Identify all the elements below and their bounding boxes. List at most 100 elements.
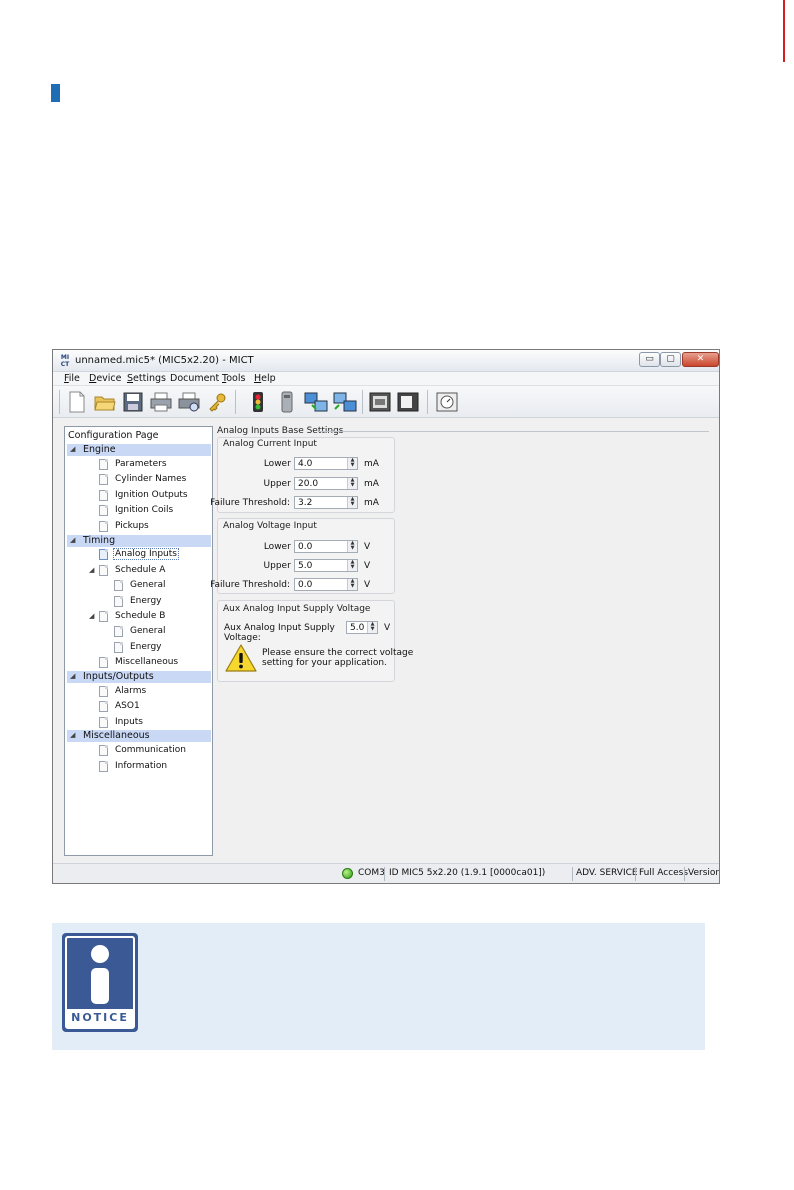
close-button[interactable]: ✕	[682, 352, 719, 367]
page-edge-line	[783, 0, 785, 62]
gauge-icon[interactable]	[435, 390, 459, 414]
voltage-fail-label: Failure Threshold:	[210, 580, 290, 590]
status-separator	[572, 867, 573, 881]
collapse-triangle-icon[interactable]: ◢	[70, 536, 75, 544]
voltage-lower-unit: V	[364, 542, 371, 552]
menu-settings[interactable]: Settings	[127, 373, 166, 384]
status-version: Version: 2.7.00000	[688, 868, 719, 878]
spinner-arrows-icon[interactable]: ▲ ▼	[347, 458, 357, 469]
page-icon	[99, 505, 108, 516]
status-access: Full Access	[639, 868, 689, 878]
spinner-arrows-icon[interactable]: ▲ ▼	[347, 478, 357, 489]
traffic-light-icon[interactable]	[246, 390, 270, 414]
aux-supply-label: Aux Analog Input Supply Voltage:	[224, 623, 335, 643]
connection-status-led-icon	[342, 868, 353, 879]
analog-current-title: Analog Current Input	[223, 439, 317, 449]
window-title: unnamed.mic5* (MIC5x2.20) - MICT	[75, 355, 254, 366]
notice-box: NOTICE	[52, 923, 705, 1050]
page-icon	[114, 642, 123, 653]
spinner-arrows-icon[interactable]: ▲ ▼	[347, 579, 357, 590]
monitor-icon[interactable]	[368, 390, 392, 414]
menu-bar: File Device Settings Document Tools Help	[53, 372, 719, 386]
toolbar-separator	[235, 390, 236, 414]
section-marker	[51, 84, 60, 102]
collapse-triangle-icon[interactable]: ◢	[89, 566, 94, 574]
current-lower-input[interactable]: 4.0 ▲ ▼	[294, 457, 358, 470]
tree-group-engine[interactable]: ◢ Engine	[67, 444, 211, 456]
current-fail-input[interactable]: 3.2 ▲ ▼	[294, 496, 358, 509]
notice-label: NOTICE	[65, 1009, 135, 1027]
status-separator	[635, 867, 636, 881]
collapse-triangle-icon[interactable]: ◢	[70, 445, 75, 453]
current-fail-unit: mA	[364, 498, 379, 508]
voltage-upper-input[interactable]: 5.0 ▲ ▼	[294, 559, 358, 572]
voltage-fail-input[interactable]: 0.0 ▲ ▼	[294, 578, 358, 591]
page-icon	[99, 657, 108, 668]
aux-supply-unit: V	[384, 623, 391, 633]
menu-document[interactable]: Document	[170, 373, 219, 384]
voltage-upper-unit: V	[364, 561, 371, 571]
save-icon[interactable]	[121, 390, 145, 414]
page-icon	[99, 521, 108, 532]
tree-group-miscellaneous[interactable]: ◢ Miscellaneous	[67, 730, 211, 742]
print-icon[interactable]	[149, 390, 173, 414]
tree-group-inputs-outputs[interactable]: ◢ Inputs/Outputs	[67, 671, 211, 683]
spinner-arrows-icon[interactable]: ▲ ▼	[367, 622, 377, 633]
aux-supply-input[interactable]: 5.0 ▲ ▼	[346, 621, 378, 634]
menu-device[interactable]: Device	[89, 373, 122, 384]
page-icon	[114, 580, 123, 591]
warning-text-line2: setting for your application.	[262, 658, 387, 668]
status-separator	[384, 867, 385, 881]
new-document-icon[interactable]	[65, 390, 89, 414]
current-upper-unit: mA	[364, 479, 379, 489]
voltage-lower-input[interactable]: 0.0 ▲ ▼	[294, 540, 358, 553]
page-icon	[99, 549, 108, 560]
page-icon	[99, 611, 108, 622]
device-icon[interactable]	[275, 390, 299, 414]
status-bar: COM3 ID MIC5 5x2.20 (1.9.1 [0000ca01]) A…	[53, 863, 719, 883]
page-icon	[99, 565, 108, 576]
key-icon[interactable]	[205, 390, 229, 414]
page-icon	[99, 761, 108, 772]
menu-help[interactable]: Help	[254, 373, 276, 384]
configuration-tree[interactable]: Configuration Page ◢ Engine Parameters C…	[64, 426, 213, 856]
page-icon	[99, 459, 108, 470]
status-separator	[684, 867, 685, 881]
spinner-arrows-icon[interactable]: ▲ ▼	[347, 541, 357, 552]
print-preview-icon[interactable]	[177, 390, 201, 414]
menu-tools[interactable]: Tools	[222, 373, 245, 384]
page-icon	[114, 596, 123, 607]
toolbar	[53, 386, 719, 418]
current-fail-label: Failure Threshold:	[210, 498, 290, 508]
notice-info-icon: NOTICE	[62, 933, 138, 1032]
toolbar-separator	[427, 390, 428, 414]
voltage-fail-unit: V	[364, 580, 371, 590]
page-icon	[99, 490, 108, 501]
title-bar[interactable]: MI CT unnamed.mic5* (MIC5x2.20) - MICT ▭…	[53, 350, 719, 372]
page-icon	[99, 745, 108, 756]
page-icon	[99, 701, 108, 712]
status-mode: ADV. SERVICE	[576, 868, 638, 878]
collapse-triangle-icon[interactable]: ◢	[89, 612, 94, 620]
aux-supply-title: Aux Analog Input Supply Voltage	[223, 604, 371, 614]
page-icon	[114, 626, 123, 637]
collapse-triangle-icon[interactable]: ◢	[70, 672, 75, 680]
page-icon	[99, 474, 108, 485]
current-upper-input[interactable]: 20.0 ▲ ▼	[294, 477, 358, 490]
app-icon: MI CT	[60, 354, 70, 368]
open-folder-icon[interactable]	[93, 390, 117, 414]
collapse-triangle-icon[interactable]: ◢	[70, 731, 75, 739]
warning-icon	[225, 643, 257, 673]
tree-group-timing[interactable]: ◢ Timing	[67, 535, 211, 547]
page-icon	[99, 717, 108, 728]
menu-file[interactable]: File	[64, 373, 80, 384]
display-icon[interactable]	[396, 390, 420, 414]
spinner-arrows-icon[interactable]: ▲ ▼	[347, 560, 357, 571]
transfer-to-device-icon[interactable]	[304, 390, 328, 414]
minimize-button[interactable]: ▭	[639, 352, 660, 367]
toolbar-separator	[362, 390, 363, 414]
status-device-id: ID MIC5 5x2.20 (1.9.1 [0000ca01])	[389, 868, 546, 878]
maximize-button[interactable]: ▢	[660, 352, 681, 367]
spinner-arrows-icon[interactable]: ▲ ▼	[347, 497, 357, 508]
transfer-from-device-icon[interactable]	[333, 390, 357, 414]
